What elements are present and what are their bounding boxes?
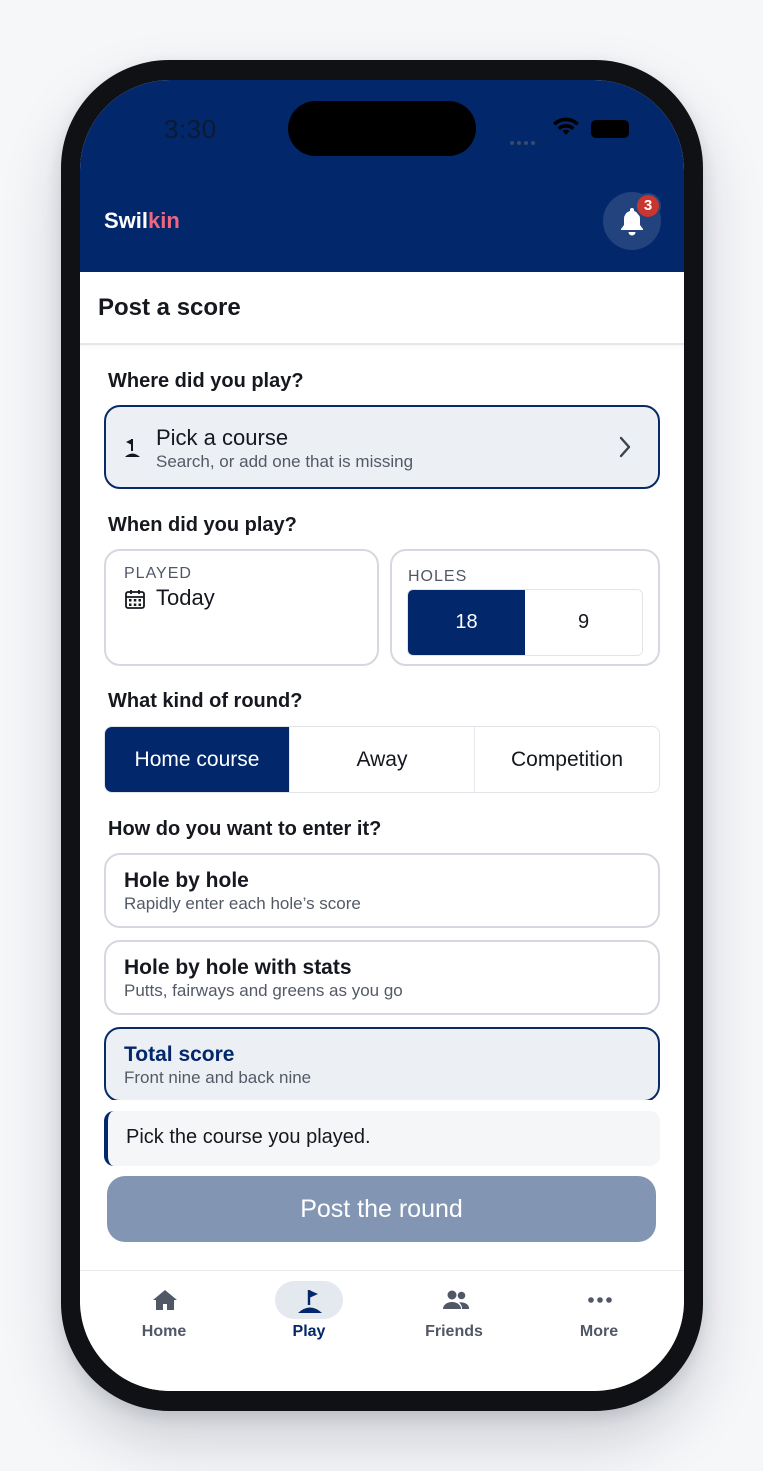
where-question: Where did you play? [108, 370, 304, 392]
when-question: When did you play? [108, 514, 297, 536]
holes-field: HOLES 18 9 [390, 549, 660, 666]
holes-selector: 18 9 [407, 589, 643, 656]
home-icon [153, 1290, 177, 1310]
entry-option-title: Hole by hole with stats [124, 956, 352, 979]
round-option-away[interactable]: Away [290, 727, 475, 792]
holes-option-9[interactable]: 9 [525, 590, 642, 655]
round-kind-question: What kind of round? [108, 690, 303, 712]
page-titlebar: Post a score [80, 272, 684, 345]
page-title: Post a score [98, 294, 241, 321]
wifi-icon [553, 117, 579, 135]
battery-icon [591, 120, 629, 138]
entry-option-subtitle: Front nine and back nine [124, 1068, 312, 1087]
calendar-icon [125, 590, 145, 609]
app-screen: 3:30 Swilkin 3 Post a score Where did yo… [80, 80, 684, 1391]
hint-callout: Pick the course you played. [104, 1111, 660, 1166]
tab-more[interactable]: More [544, 1271, 654, 1361]
round-kind-selector: Home course Away Competition [104, 726, 660, 793]
played-date-field[interactable]: PLAYED Today [104, 549, 379, 666]
tab-label: More [579, 1323, 619, 1340]
pick-course-subtitle: Search, or add one that is missing [156, 452, 414, 471]
status-time: 3:30 [164, 114, 217, 144]
holes-label: HOLES [408, 568, 468, 585]
played-label: PLAYED [124, 565, 192, 582]
entry-option-title: Total score [124, 1043, 235, 1066]
entry-option-hole-by-hole[interactable]: Hole by hole Rapidly enter each hole’s s… [104, 853, 660, 928]
post-round-button[interactable]: Post the round [107, 1176, 656, 1242]
tab-label: Home [141, 1323, 187, 1340]
phone-frame: 3:30 Swilkin 3 Post a score Where did yo… [61, 60, 703, 1411]
round-option-competition[interactable]: Competition [475, 727, 659, 792]
entry-question: How do you want to enter it? [108, 818, 382, 840]
pick-course-button[interactable]: Pick a course Search, or add one that is… [104, 405, 660, 489]
entry-option-total-score[interactable]: Total score Front nine and back nine [104, 1027, 660, 1102]
signal-icon [510, 132, 538, 150]
flag-icon [125, 439, 140, 457]
post-footer: Pick the course you played. Post the rou… [80, 1100, 684, 1270]
round-option-home-course[interactable]: Home course [105, 727, 290, 792]
hint-text: Pick the course you played. [126, 1126, 371, 1148]
tab-label: Play [292, 1323, 326, 1340]
dynamic-island [288, 101, 476, 156]
holes-option-18[interactable]: 18 [408, 590, 525, 655]
bottom-tab-bar: Home Play Friends More [80, 1270, 684, 1391]
pick-course-title: Pick a course [156, 425, 289, 450]
app-logo: Swilkin [104, 208, 180, 233]
tab-home[interactable]: Home [109, 1271, 219, 1361]
entry-option-hole-by-hole-stats[interactable]: Hole by hole with stats Putts, fairways … [104, 940, 660, 1015]
tab-friends[interactable]: Friends [399, 1271, 509, 1361]
chevron-right-icon [619, 436, 631, 458]
status-icons [510, 117, 660, 145]
notification-badge: 3 [635, 193, 661, 219]
app-header: 3:30 Swilkin 3 [80, 80, 684, 272]
entry-option-subtitle: Putts, fairways and greens as you go [124, 981, 403, 1000]
flag-icon [298, 1290, 322, 1313]
entry-option-subtitle: Rapidly enter each hole’s score [124, 894, 361, 913]
more-icon [588, 1297, 612, 1303]
tab-label: Friends [425, 1323, 483, 1340]
entry-option-title: Hole by hole [124, 869, 249, 892]
friends-icon [443, 1290, 470, 1309]
played-date-value: Today [156, 585, 215, 610]
tab-play[interactable]: Play [254, 1271, 364, 1361]
